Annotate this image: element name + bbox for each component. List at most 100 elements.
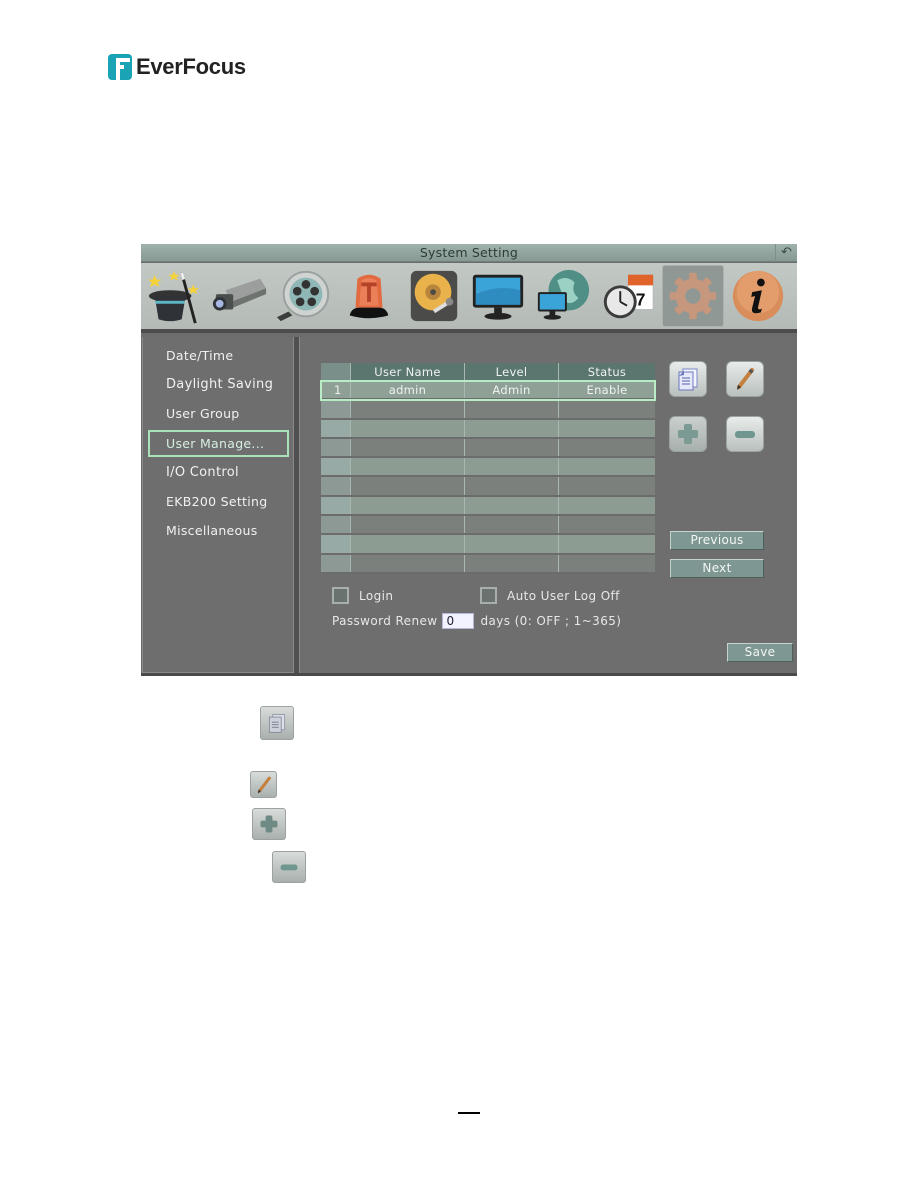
table-cell (465, 535, 559, 553)
schedule-clock-calendar-icon[interactable]: 7 (597, 265, 659, 327)
table-cell (321, 458, 351, 476)
password-renew-input[interactable] (442, 613, 475, 629)
table-row[interactable] (321, 419, 655, 439)
login-label: Login (359, 588, 394, 603)
sidebar-item-user-group[interactable]: User Group (148, 401, 289, 428)
table-cell (321, 535, 351, 553)
row-user-name: admin (351, 381, 465, 399)
table-row[interactable] (321, 496, 655, 517)
user-table: User Name Level Status 1 admin Admin Ena… (320, 363, 656, 574)
table-cell (559, 497, 655, 514)
table-row[interactable] (321, 400, 655, 420)
column-header-level: Level (465, 363, 559, 381)
table-cell (351, 438, 465, 457)
column-header-user-name: User Name (351, 363, 465, 381)
system-setting-window: System Setting ↶ 7 Date/Time Daylight Sa… (141, 244, 797, 676)
copy-document-icon[interactable] (669, 361, 707, 397)
table-cell (465, 477, 559, 495)
wizard-hat-icon[interactable] (143, 265, 205, 327)
pencil-edit-icon[interactable] (726, 361, 764, 397)
sidebar-item-user-manage[interactable]: User Manage... (148, 430, 289, 457)
column-header-index (321, 363, 351, 381)
table-cell (559, 555, 655, 572)
table-cell (559, 458, 655, 475)
table-cell (465, 438, 559, 457)
table-cell (559, 535, 655, 552)
alarm-siren-icon[interactable] (338, 265, 400, 327)
everfocus-logo-icon (108, 54, 132, 80)
row-index: 1 (321, 381, 351, 399)
table-cell (465, 496, 559, 515)
table-cell (465, 400, 559, 418)
table-cell (321, 516, 351, 534)
info-icon[interactable] (727, 265, 789, 327)
table-cell (351, 400, 465, 418)
table-cell (559, 477, 655, 494)
table-cell (321, 419, 351, 437)
table-cell (351, 477, 465, 495)
svg-text:7: 7 (636, 290, 646, 310)
table-cell (465, 458, 559, 476)
settings-sidebar: Date/Time Daylight Saving User Group Use… (142, 337, 294, 673)
table-cell (351, 458, 465, 476)
window-titlebar: System Setting ↶ (141, 244, 797, 262)
sidebar-item-date-time[interactable]: Date/Time (148, 343, 289, 370)
return-arrow-icon[interactable]: ↶ (775, 244, 797, 262)
row-level: Admin (465, 381, 559, 399)
table-cell (321, 554, 351, 572)
plus-add-icon[interactable] (669, 416, 707, 452)
sidebar-item-miscellaneous[interactable]: Miscellaneous (148, 518, 289, 545)
main-menu-toolbar: 7 (141, 263, 797, 333)
sidebar-item-daylight-saving[interactable]: Daylight Saving (148, 372, 289, 399)
table-cell (351, 516, 465, 534)
password-renew-option: Password Renew days (0: OFF ; 1~365) (332, 613, 621, 629)
table-cell (559, 420, 655, 437)
login-option: Login (332, 587, 393, 604)
auto-log-off-option: Auto User Log Off (480, 587, 620, 604)
copy-document-icon (260, 706, 294, 740)
table-row[interactable] (321, 554, 655, 574)
table-cell (351, 554, 465, 572)
table-cell (559, 516, 655, 533)
table-cell (321, 496, 351, 515)
minus-remove-icon (272, 851, 306, 883)
table-row[interactable] (321, 458, 655, 478)
table-cell (321, 477, 351, 495)
gear-icon[interactable] (662, 265, 724, 327)
row-status: Enable (586, 383, 628, 397)
table-cell (351, 535, 465, 553)
table-row[interactable] (321, 516, 655, 536)
table-cell (321, 400, 351, 418)
table-row[interactable]: 1 admin Admin Enable (320, 379, 656, 402)
next-button[interactable]: Next (670, 559, 764, 578)
password-renew-label: Password Renew (332, 614, 438, 628)
table-cell (351, 419, 465, 437)
save-button[interactable]: Save (727, 643, 793, 662)
pencil-edit-icon (250, 771, 277, 798)
monitor-icon[interactable] (467, 265, 529, 327)
network-globe-icon[interactable] (532, 265, 594, 327)
table-cell (559, 439, 655, 456)
previous-button[interactable]: Previous (670, 531, 764, 550)
table-cell (559, 400, 655, 417)
table-cell (465, 516, 559, 534)
user-manage-panel: User Name Level Status 1 admin Admin Ena… (299, 337, 797, 673)
password-renew-unit: days (0: OFF ; 1~365) (480, 614, 622, 628)
minus-remove-icon[interactable] (726, 416, 764, 452)
table-row[interactable] (321, 535, 655, 555)
sidebar-item-ekb200-setting[interactable]: EKB200 Setting (148, 489, 289, 516)
table-cell (351, 496, 465, 515)
sidebar-item-io-control[interactable]: I/O Control (148, 460, 289, 487)
auto-log-off-checkbox[interactable] (480, 587, 497, 604)
table-row[interactable] (321, 477, 655, 497)
table-row[interactable] (321, 438, 655, 459)
hard-disk-icon[interactable] (403, 265, 465, 327)
table-cell (465, 554, 559, 572)
table-cell (321, 438, 351, 457)
camera-icon[interactable] (208, 265, 270, 327)
record-reel-icon[interactable] (273, 265, 335, 327)
brand-name: EverFocus (136, 54, 246, 79)
page-number-line (458, 1112, 480, 1114)
plus-add-icon (252, 808, 286, 840)
login-checkbox[interactable] (332, 587, 349, 604)
